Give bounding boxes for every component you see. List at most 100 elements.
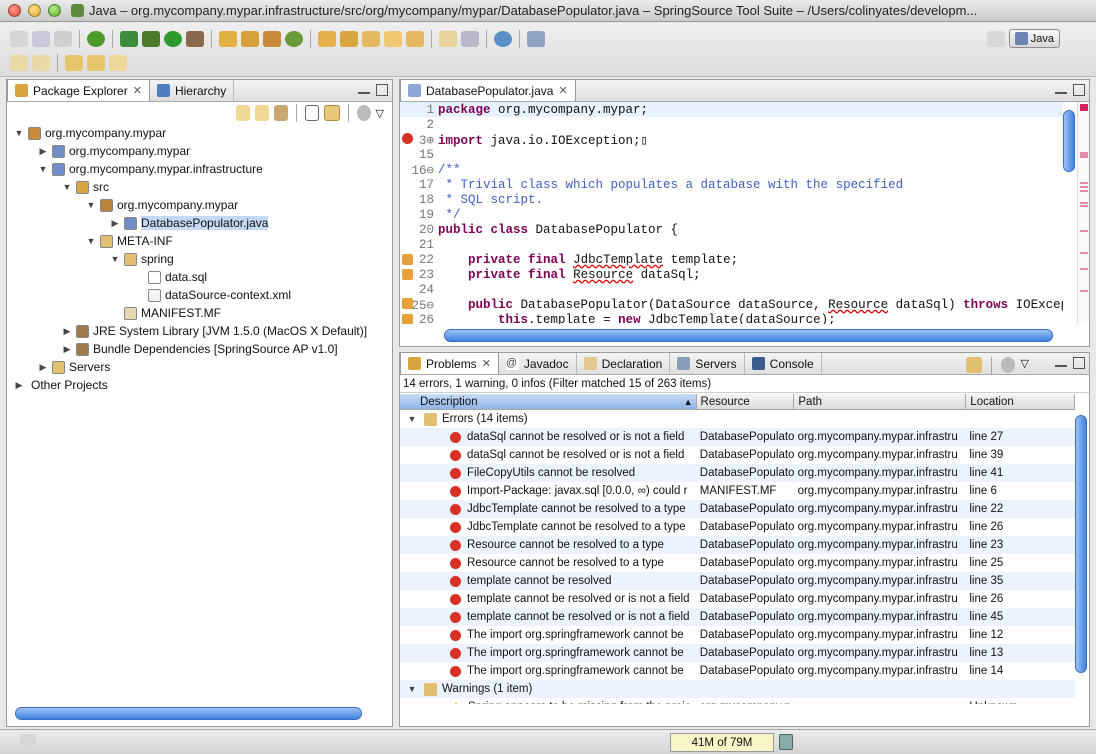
- expanded-twisty-icon[interactable]: ▼: [85, 235, 97, 247]
- minimize-icon[interactable]: [358, 92, 370, 94]
- problem-row[interactable]: JdbcTemplate cannot be resolved to a typ…: [400, 500, 1075, 518]
- problem-group-row[interactable]: ▼ Errors (14 items): [400, 410, 1075, 428]
- problem-row[interactable]: The import org.springframework cannot be…: [400, 644, 1075, 662]
- tree-item[interactable]: ▼ org.mycompany.mypar: [7, 124, 392, 142]
- quick-fix-error-icon[interactable]: [402, 253, 413, 265]
- editor-horizontal-scrollbar[interactable]: [444, 329, 1053, 342]
- problem-row[interactable]: JdbcTemplate cannot be resolved to a typ…: [400, 518, 1075, 536]
- expanded-twisty-icon[interactable]: ▼: [406, 683, 418, 695]
- column-resource[interactable]: Resource: [697, 394, 795, 409]
- collapsed-twisty-icon[interactable]: ▶: [13, 379, 25, 391]
- maximize-icon[interactable]: [376, 84, 388, 96]
- quick-fix-error-icon[interactable]: [402, 297, 413, 309]
- debug-icon[interactable]: [142, 31, 160, 47]
- collapsed-twisty-icon[interactable]: ▶: [37, 145, 49, 157]
- collapsed-twisty-icon[interactable]: ▶: [61, 343, 73, 355]
- link-with-editor-icon[interactable]: [323, 105, 340, 121]
- tab-servers[interactable]: Servers: [670, 353, 745, 374]
- expanded-twisty-icon[interactable]: ▼: [109, 253, 121, 265]
- problems-vertical-scrollbar[interactable]: [1075, 415, 1087, 673]
- save-icon[interactable]: [32, 31, 50, 47]
- next-annotation-icon[interactable]: [10, 55, 28, 71]
- tree-item[interactable]: ▶ Bundle Dependencies [SpringSource AP v1…: [7, 340, 392, 358]
- quick-fix-error-icon[interactable]: [402, 268, 413, 280]
- problem-row[interactable]: Spring appears to be missing from the pr…: [400, 698, 1075, 704]
- view-menu-icon[interactable]: ▽: [1021, 357, 1029, 375]
- problem-row[interactable]: template cannot be resolved or is not a …: [400, 590, 1075, 608]
- tree-item[interactable]: ▶ JRE System Library [JVM 1.5.0 (MacOS X …: [7, 322, 392, 340]
- refresh-icon[interactable]: [285, 31, 303, 47]
- back-icon[interactable]: [235, 105, 250, 121]
- tree-item[interactable]: ▼ org.mycompany.mypar.infrastructure: [7, 160, 392, 178]
- tree-item[interactable]: ▼ spring: [7, 250, 392, 268]
- tab-package-explorer[interactable]: Package Explorer ✕: [7, 79, 150, 101]
- collapse-all-icon[interactable]: [304, 105, 319, 121]
- horizontal-scrollbar[interactable]: [15, 707, 362, 720]
- last-edit-location-icon[interactable]: [65, 55, 83, 71]
- problem-row[interactable]: template cannot be resolved or is not a …: [400, 608, 1075, 626]
- collapsed-twisty-icon[interactable]: ▶: [61, 325, 73, 337]
- focus-icon[interactable]: [356, 105, 371, 121]
- quick-fix-error-icon[interactable]: [402, 313, 413, 324]
- problem-row[interactable]: FileCopyUtils cannot be resolved Database…: [400, 464, 1075, 482]
- close-icon[interactable]: ✕: [482, 357, 491, 370]
- tree-item[interactable]: ▼ org.mycompany.mypar: [7, 196, 392, 214]
- expanded-twisty-icon[interactable]: ▼: [13, 127, 25, 139]
- open-type-icon[interactable]: [318, 31, 336, 47]
- garbage-collect-icon[interactable]: [779, 734, 793, 750]
- debug-server-icon[interactable]: [120, 31, 138, 47]
- search-icon[interactable]: [384, 31, 402, 47]
- close-window-button[interactable]: [8, 4, 21, 17]
- new-java-project-icon[interactable]: [219, 31, 237, 47]
- minimize-icon[interactable]: [1055, 365, 1067, 367]
- tree-item[interactable]: dataSource-context.xml: [7, 286, 392, 304]
- view-menu-icon[interactable]: ▽: [376, 107, 384, 120]
- tree-item[interactable]: ▶ DatabasePopulator.java: [7, 214, 392, 232]
- tab-hierarchy[interactable]: Hierarchy: [150, 80, 235, 101]
- expanded-twisty-icon[interactable]: ▼: [85, 199, 97, 211]
- tab-problems[interactable]: Problems ✕: [400, 352, 499, 374]
- problem-row[interactable]: dataSql cannot be resolved or is not a f…: [400, 446, 1075, 464]
- problem-group-row[interactable]: ▼ Warnings (1 item): [400, 680, 1075, 698]
- column-description[interactable]: Description ▲: [400, 394, 697, 409]
- java-perspective-button[interactable]: Java: [1008, 29, 1060, 48]
- close-icon[interactable]: ✕: [133, 84, 142, 97]
- expanded-twisty-icon[interactable]: ▼: [37, 163, 49, 175]
- new-icon[interactable]: [10, 31, 28, 47]
- open-perspective-icon[interactable]: [986, 30, 1005, 47]
- column-path[interactable]: Path: [794, 394, 967, 409]
- problem-row[interactable]: dataSql cannot be resolved or is not a f…: [400, 428, 1075, 446]
- minimize-window-button[interactable]: [28, 4, 41, 17]
- collapsed-twisty-icon[interactable]: ▶: [37, 361, 49, 373]
- collapsed-twisty-icon[interactable]: ▶: [109, 217, 121, 229]
- problem-row[interactable]: The import org.springframework cannot be…: [400, 662, 1075, 680]
- forward-icon[interactable]: [109, 55, 127, 71]
- forward-icon[interactable]: [254, 105, 269, 121]
- tree-item[interactable]: ▼ META-INF: [7, 232, 392, 250]
- open-resource-icon[interactable]: [340, 31, 358, 47]
- task-list-icon[interactable]: [527, 31, 545, 47]
- tree-item[interactable]: ▶ Other Projects: [7, 376, 392, 394]
- previous-annotation-icon[interactable]: [32, 55, 50, 71]
- spring-icon[interactable]: [87, 31, 105, 47]
- fast-view-icon[interactable]: [20, 734, 36, 750]
- problem-row[interactable]: The import org.springframework cannot be…: [400, 626, 1075, 644]
- tab-console[interactable]: Console: [745, 353, 822, 374]
- column-location[interactable]: Location: [966, 394, 1075, 409]
- error-marker-icon[interactable]: [402, 132, 413, 144]
- back-icon[interactable]: [87, 55, 105, 71]
- expanded-twisty-icon[interactable]: ▼: [61, 181, 73, 193]
- problem-row[interactable]: Import-Package: javax.sql [0.0.0, ∞) cou…: [400, 482, 1075, 500]
- editor-vertical-scrollbar[interactable]: [1063, 110, 1075, 172]
- expanded-twisty-icon[interactable]: ▼: [406, 413, 418, 425]
- print-icon[interactable]: [54, 31, 72, 47]
- maximize-icon[interactable]: [1073, 84, 1085, 96]
- filter-icon[interactable]: [965, 357, 982, 373]
- problem-row[interactable]: Resource cannot be resolved to a type Dat…: [400, 536, 1075, 554]
- external-tools-icon[interactable]: [186, 31, 204, 47]
- web-browser-icon[interactable]: [494, 31, 512, 47]
- open-folder-icon[interactable]: [362, 31, 380, 47]
- maximize-icon[interactable]: [1073, 357, 1085, 369]
- problem-row[interactable]: template cannot be resolved DatabasePopul…: [400, 572, 1075, 590]
- problem-row[interactable]: Resource cannot be resolved to a type Dat…: [400, 554, 1075, 572]
